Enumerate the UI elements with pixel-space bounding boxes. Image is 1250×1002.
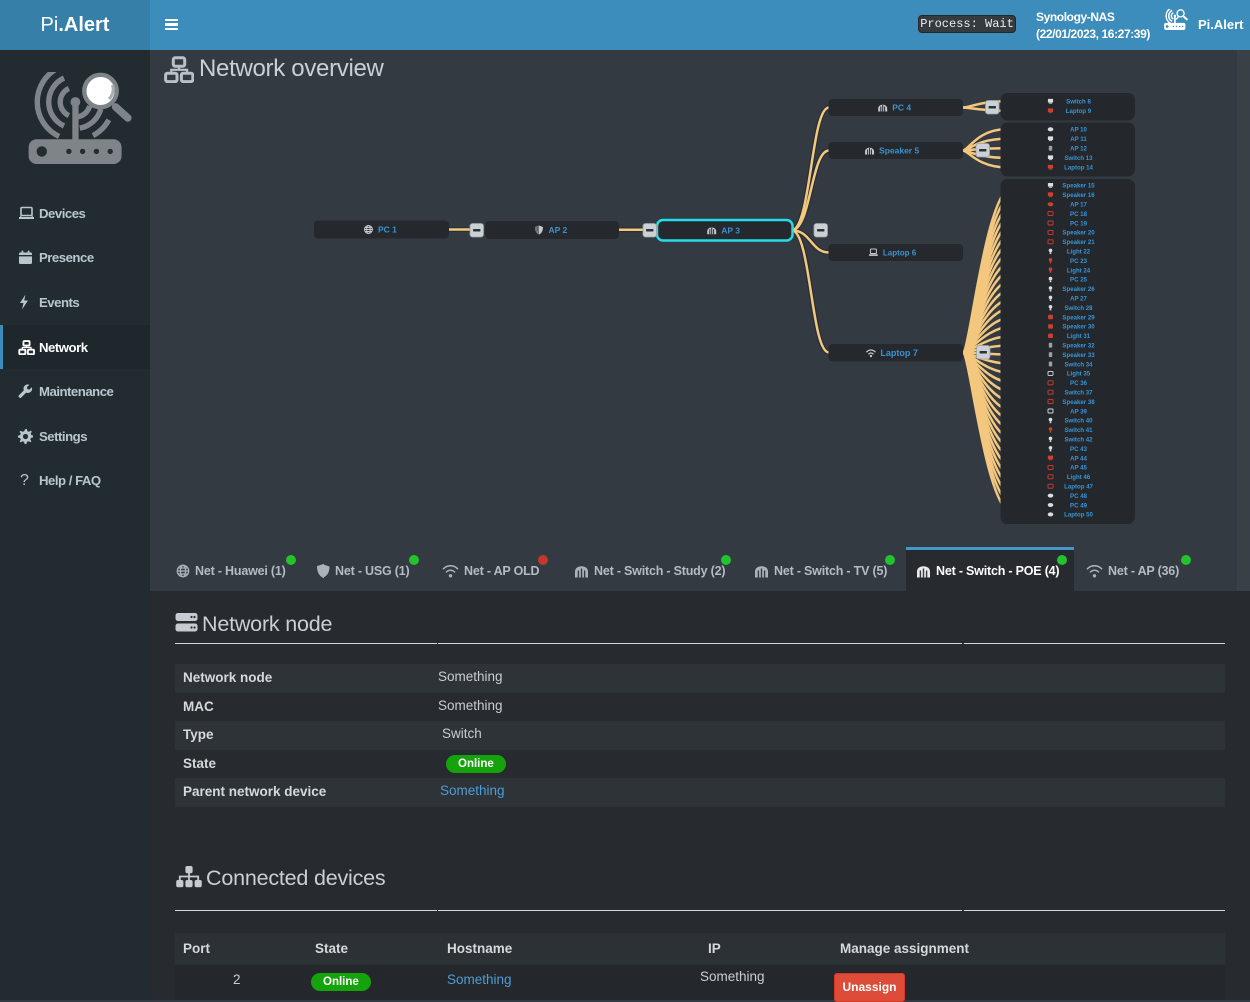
- svg-text:Laptop 47: Laptop 47: [1064, 484, 1093, 491]
- svg-text:Laptop 7: Laptop 7: [880, 348, 918, 358]
- svg-text:AP 27: AP 27: [1070, 296, 1087, 303]
- svg-text:AP 3: AP 3: [721, 225, 740, 235]
- svg-text:Speaker 15: Speaker 15: [1062, 183, 1095, 190]
- svg-text:PC 48: PC 48: [1070, 493, 1088, 500]
- svg-text:Light 22: Light 22: [1067, 249, 1091, 256]
- svg-text:PC 43: PC 43: [1070, 446, 1088, 453]
- svg-text:PC 25: PC 25: [1070, 277, 1088, 284]
- svg-text:PC 1: PC 1: [378, 225, 397, 235]
- svg-text:PC 4: PC 4: [892, 103, 911, 113]
- svg-text:Laptop 14: Laptop 14: [1064, 165, 1093, 172]
- svg-text:PC 19: PC 19: [1070, 220, 1088, 227]
- svg-text:Light 31: Light 31: [1067, 333, 1091, 340]
- svg-text:AP 11: AP 11: [1070, 136, 1087, 143]
- svg-text:Light 46: Light 46: [1067, 474, 1091, 481]
- svg-text:PC 49: PC 49: [1070, 502, 1088, 509]
- svg-text:Laptop 6: Laptop 6: [883, 248, 917, 257]
- svg-text:Laptop 9: Laptop 9: [1066, 108, 1092, 115]
- svg-text:Speaker 21: Speaker 21: [1062, 239, 1095, 246]
- svg-text:Switch 8: Switch 8: [1066, 99, 1091, 106]
- svg-text:Laptop 50: Laptop 50: [1064, 512, 1093, 519]
- svg-text:AP 45: AP 45: [1070, 465, 1087, 472]
- svg-text:Speaker 32: Speaker 32: [1062, 343, 1095, 350]
- svg-text:Switch 41: Switch 41: [1064, 427, 1093, 434]
- svg-text:Speaker 33: Speaker 33: [1062, 352, 1095, 359]
- svg-text:AP 10: AP 10: [1070, 127, 1087, 134]
- svg-text:Switch 13: Switch 13: [1064, 155, 1093, 162]
- svg-text:AP 17: AP 17: [1070, 202, 1087, 209]
- svg-text:Speaker 29: Speaker 29: [1062, 314, 1095, 321]
- svg-text:AP 39: AP 39: [1070, 408, 1087, 415]
- svg-text:AP 12: AP 12: [1070, 146, 1087, 153]
- svg-text:Speaker 30: Speaker 30: [1062, 324, 1095, 331]
- svg-text:Speaker 26: Speaker 26: [1062, 286, 1095, 293]
- svg-text:Switch 34: Switch 34: [1064, 361, 1093, 368]
- svg-text:Switch 40: Switch 40: [1064, 418, 1093, 425]
- svg-text:PC 23: PC 23: [1070, 258, 1088, 265]
- svg-text:Speaker 20: Speaker 20: [1062, 230, 1095, 237]
- svg-text:Light 35: Light 35: [1067, 371, 1091, 378]
- svg-text:Switch 42: Switch 42: [1064, 437, 1093, 444]
- svg-text:Switch 37: Switch 37: [1064, 390, 1093, 397]
- svg-text:AP 44: AP 44: [1070, 455, 1087, 462]
- svg-text:Speaker 5: Speaker 5: [879, 146, 919, 156]
- svg-text:PC 36: PC 36: [1070, 380, 1088, 387]
- svg-text:PC 18: PC 18: [1070, 211, 1088, 218]
- svg-text:Speaker 16: Speaker 16: [1062, 192, 1095, 199]
- svg-text:Light 24: Light 24: [1067, 267, 1091, 274]
- svg-text:AP 2: AP 2: [548, 225, 567, 235]
- svg-text:Switch 28: Switch 28: [1064, 305, 1093, 312]
- svg-text:Speaker 38: Speaker 38: [1062, 399, 1095, 406]
